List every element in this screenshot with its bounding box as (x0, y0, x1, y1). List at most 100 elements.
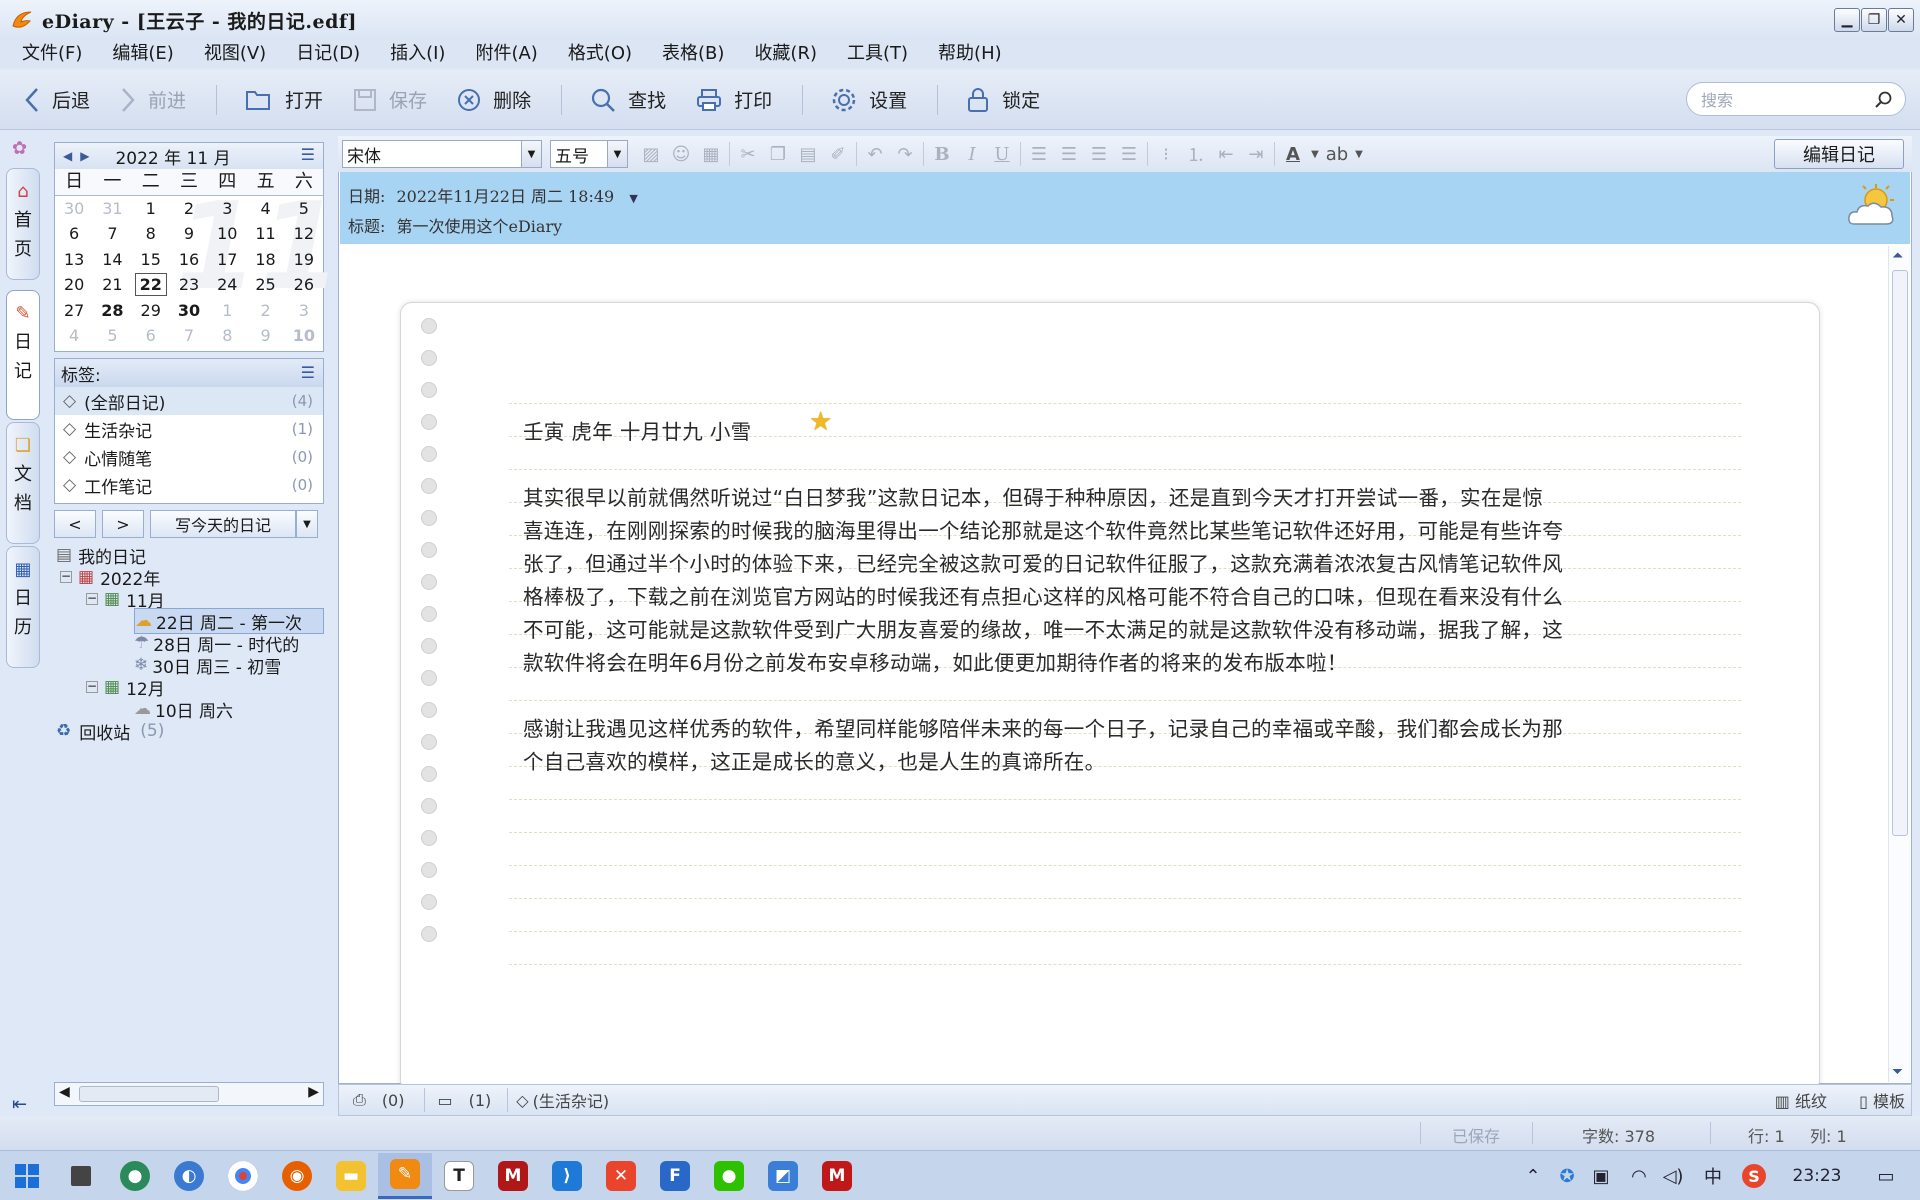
calendar-day[interactable]: 16 (170, 247, 208, 273)
calendar-day[interactable]: 5 (285, 196, 323, 222)
settings-button[interactable]: 设置 (831, 86, 907, 113)
calendar-day[interactable]: 4 (55, 323, 93, 349)
collapse-icon[interactable]: − (86, 680, 98, 693)
align-center-icon[interactable]: ☰ (1054, 140, 1084, 168)
chevron-down-icon[interactable]: ▼ (1308, 140, 1322, 168)
format-painter-icon[interactable]: ✐ (823, 140, 853, 168)
calendar-day[interactable]: 29 (132, 298, 170, 324)
taskbar-foxit[interactable]: F (648, 1153, 702, 1199)
tray-app-icon[interactable]: ✪ (1554, 1151, 1580, 1200)
numbered-list-icon[interactable]: ⒈ (1181, 140, 1211, 168)
menu-item[interactable]: 编辑(E) (112, 39, 173, 65)
attachment-count[interactable]: (0) (382, 1091, 405, 1110)
calendar-day[interactable]: 8 (208, 323, 246, 349)
taskbar-wechat[interactable]: ● (702, 1153, 756, 1199)
find-button[interactable]: 查找 (590, 86, 666, 113)
font-select[interactable]: 宋体 ▼ (342, 140, 542, 168)
taskbar-typora[interactable]: T (432, 1153, 486, 1199)
menu-item[interactable]: 视图(V) (204, 39, 266, 65)
print-button[interactable]: 打印 (696, 86, 772, 113)
underline-icon[interactable]: U (987, 140, 1017, 168)
calendar-day[interactable]: 5 (93, 323, 131, 349)
prev-diary-button[interactable]: < (54, 510, 96, 538)
outdent-icon[interactable]: ⇤ (1211, 140, 1241, 168)
start-button[interactable] (0, 1153, 54, 1199)
menu-item[interactable]: 格式(O) (568, 39, 632, 65)
paper-texture-button[interactable]: ▥ 纸纹 (1775, 1088, 1827, 1112)
tag-item[interactable]: ◇ 工作笔记 (0) (55, 471, 323, 499)
calendar-day[interactable]: 10 (208, 221, 246, 247)
collapse-icon[interactable]: − (60, 570, 72, 583)
volume-icon[interactable]: ◁) (1660, 1151, 1686, 1200)
menu-item[interactable]: 插入(I) (390, 39, 445, 65)
taskbar-app-1[interactable]: ● (108, 1153, 162, 1199)
calendar-day[interactable]: 1 (208, 298, 246, 324)
calendar-day[interactable]: 8 (132, 221, 170, 247)
weather-partly-cloudy-icon[interactable] (1846, 182, 1898, 232)
minimize-button[interactable]: ▁ (1834, 8, 1860, 32)
taskbar-app-4[interactable]: ◩ (756, 1153, 810, 1199)
calendar-day[interactable]: 12 (285, 221, 323, 247)
search-icon[interactable] (1875, 91, 1893, 109)
calendar-menu-icon[interactable]: ☰ (301, 145, 315, 164)
italic-icon[interactable]: I (957, 140, 987, 168)
calendar-day[interactable]: 30 (55, 196, 93, 222)
calendar-day[interactable]: 20 (55, 272, 93, 298)
calendar-month-label[interactable]: 2022 年 11 月 (115, 144, 230, 169)
tag-item[interactable]: ◇ 心情随笔 (0) (55, 443, 323, 471)
scroll-down-icon[interactable]: ⏷ (1892, 1064, 1903, 1080)
calendar-day[interactable]: 13 (55, 247, 93, 273)
calendar-day[interactable]: 3 (285, 298, 323, 324)
align-justify-icon[interactable]: ☰ (1114, 140, 1144, 168)
attachment-icon[interactable]: ⎙ (353, 1090, 366, 1110)
redo-icon[interactable]: ↷ (890, 140, 920, 168)
entry-tag[interactable]: (生活杂记) (533, 1088, 610, 1112)
menu-item[interactable]: 帮助(H) (938, 39, 1002, 65)
next-diary-button[interactable]: > (102, 510, 144, 538)
calendar-day[interactable]: 26 (285, 272, 323, 298)
scroll-thumb[interactable] (79, 1086, 219, 1102)
editor-vertical-scrollbar[interactable]: ⏶ ⏷ (1888, 246, 1910, 1082)
taskbar-firefox[interactable]: ◉ (270, 1153, 324, 1199)
entry-title[interactable]: 第一次使用这个eDiary (397, 217, 563, 236)
tag-menu-icon[interactable]: ☰ (301, 363, 315, 382)
scroll-thumb[interactable] (1892, 270, 1908, 836)
entry-date[interactable]: 2022年11月22日 周二 18:49 (397, 187, 615, 206)
sogou-ime-icon[interactable]: S (1740, 1151, 1768, 1200)
favorite-star-icon[interactable]: ★ (809, 407, 833, 437)
prev-month-icon[interactable]: ◀ (63, 149, 72, 163)
bold-icon[interactable]: B (927, 140, 957, 168)
font-size-select[interactable]: 五号 ▼ (550, 140, 628, 168)
taskbar-app-5[interactable]: M (810, 1153, 864, 1199)
calendar-day[interactable]: 6 (55, 221, 93, 247)
calendar-day[interactable]: 14 (93, 247, 131, 273)
calendar-day[interactable]: 21 (93, 272, 131, 298)
close-button[interactable]: ✕ (1888, 8, 1914, 32)
font-color-icon[interactable]: A (1278, 140, 1308, 168)
calendar-day[interactable]: 7 (93, 221, 131, 247)
calendar-day[interactable]: 23 (170, 272, 208, 298)
taskbar-chrome[interactable] (216, 1153, 270, 1199)
scroll-right-icon[interactable]: ▶ (308, 1084, 319, 1100)
notification-icon[interactable]: ▭ (1866, 1151, 1906, 1200)
calendar-day[interactable]: 19 (285, 247, 323, 273)
edit-diary-button[interactable]: 编辑日记 (1774, 139, 1904, 169)
menu-item[interactable]: 日记(D) (296, 39, 360, 65)
menu-item[interactable]: 工具(T) (847, 39, 908, 65)
taskbar-app-3[interactable]: M (486, 1153, 540, 1199)
search-input[interactable]: 搜索 (1686, 82, 1906, 116)
comment-icon[interactable]: ▭ (437, 1091, 452, 1110)
calendar-day[interactable]: 1 (132, 196, 170, 222)
taskbar-vscode[interactable]: ⟩ (540, 1153, 594, 1199)
tree-recycle-bin[interactable]: ♻ 回收站 (5) (56, 718, 164, 744)
tab-documents[interactable]: ❏ 文 档 (6, 422, 40, 544)
calendar-day[interactable]: 22 (134, 273, 167, 296)
date-dropdown-icon[interactable]: ▼ (629, 192, 637, 205)
bullet-list-icon[interactable]: ⁝ (1151, 140, 1181, 168)
wifi-icon[interactable]: ◠ (1626, 1151, 1652, 1200)
menu-item[interactable]: 表格(B) (662, 39, 724, 65)
align-right-icon[interactable]: ☰ (1084, 140, 1114, 168)
tray-expand-icon[interactable]: ⌃ (1520, 1151, 1546, 1200)
calendar-day[interactable]: 28 (93, 298, 131, 324)
clock[interactable]: 23:23 (1784, 1151, 1850, 1200)
